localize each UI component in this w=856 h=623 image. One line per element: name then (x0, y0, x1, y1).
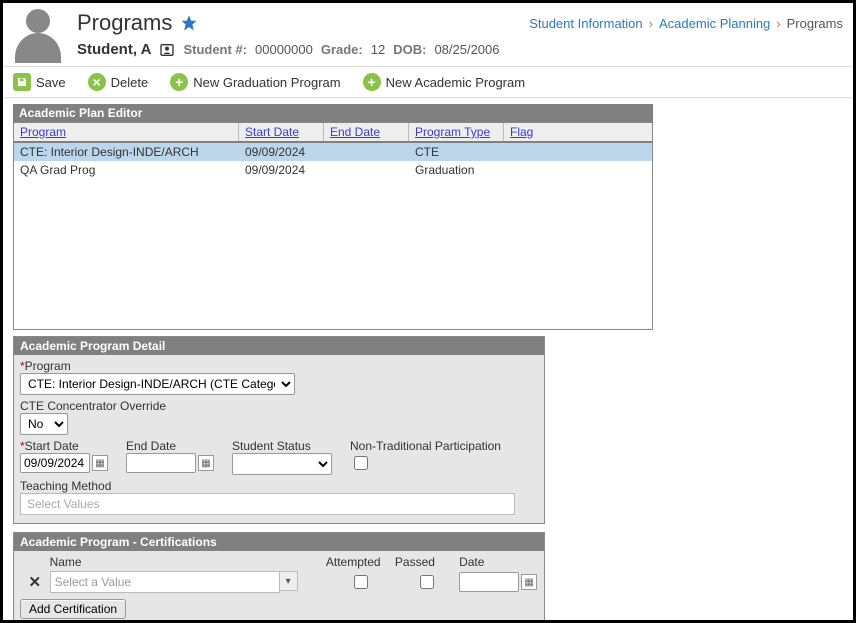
cert-name-input[interactable]: Select a Value (50, 571, 280, 593)
start-date-input[interactable] (20, 453, 90, 473)
cell-end (324, 143, 409, 161)
concentrator-label: CTE Concentrator Override (20, 399, 538, 413)
table-row[interactable]: QA Grad Prog 09/09/2024 Graduation (14, 161, 652, 179)
student-number: 00000000 (255, 42, 313, 57)
dropdown-icon[interactable]: ▾ (280, 571, 298, 591)
col-program[interactable]: Program (14, 123, 239, 141)
cert-date-input[interactable] (459, 572, 519, 592)
save-icon (13, 73, 31, 91)
program-grid: Program Start Date End Date Program Type… (13, 122, 653, 330)
col-end-date[interactable]: End Date (324, 123, 409, 141)
editor-section-title: Academic Plan Editor (13, 104, 653, 122)
calendar-icon[interactable] (198, 455, 214, 471)
plus-icon: + (170, 73, 188, 91)
cert-col-attempted: Attempted (326, 555, 395, 569)
end-date-input[interactable] (126, 453, 196, 473)
breadcrumb-academic-planning[interactable]: Academic Planning (659, 16, 770, 31)
dob-label: DOB: (393, 42, 426, 57)
cert-col-date: Date (459, 555, 538, 569)
new-graduation-program-button[interactable]: + New Graduation Program (170, 73, 340, 91)
id-card-icon[interactable] (159, 42, 175, 58)
student-number-label: Student #: (183, 42, 247, 57)
ntp-label: Non-Traditional Participation (350, 439, 501, 453)
cell-end (324, 161, 409, 179)
delete-icon: × (88, 73, 106, 91)
chevron-right-icon: › (649, 16, 653, 31)
cert-col-name: Name (50, 555, 326, 569)
plus-icon: + (363, 73, 381, 91)
cell-start: 09/09/2024 (239, 161, 324, 179)
concentrator-select[interactable]: No (20, 413, 68, 435)
calendar-icon[interactable] (521, 574, 537, 590)
delete-button[interactable]: × Delete (88, 73, 149, 91)
program-select[interactable]: CTE: Interior Design-INDE/ARCH (CTE Cate… (20, 373, 295, 395)
page-title: Programs (77, 10, 172, 36)
student-status-select[interactable] (232, 453, 332, 475)
cert-passed-checkbox[interactable] (420, 575, 434, 589)
cell-type: Graduation (409, 161, 504, 179)
grade: 12 (371, 42, 385, 57)
save-button[interactable]: Save (13, 73, 66, 91)
cell-start: 09/09/2024 (239, 143, 324, 161)
cell-program: QA Grad Prog (14, 161, 239, 179)
cell-program: CTE: Interior Design-INDE/ARCH (14, 143, 239, 161)
delete-label: Delete (111, 75, 149, 90)
breadcrumb: Student Information › Academic Planning … (529, 16, 843, 31)
save-label: Save (36, 75, 66, 90)
ntp-checkbox[interactable] (354, 456, 368, 470)
chevron-right-icon: › (776, 16, 780, 31)
remove-cert-icon[interactable]: ✕ (29, 573, 42, 591)
col-flag[interactable]: Flag (504, 123, 652, 141)
new-academic-program-button[interactable]: + New Academic Program (363, 73, 525, 91)
teaching-method-input[interactable]: Select Values (20, 493, 515, 515)
avatar (9, 7, 67, 65)
breadcrumb-student-info[interactable]: Student Information (529, 16, 642, 31)
cert-attempted-checkbox[interactable] (354, 575, 368, 589)
breadcrumb-current: Programs (787, 16, 843, 31)
calendar-icon[interactable] (92, 455, 108, 471)
new-acad-label: New Academic Program (386, 75, 525, 90)
start-date-label: Start Date (25, 439, 79, 453)
cell-type: CTE (409, 143, 504, 161)
cert-col-passed: Passed (395, 555, 459, 569)
col-program-type[interactable]: Program Type (409, 123, 504, 141)
detail-section-title: Academic Program Detail (14, 337, 544, 355)
program-label: Program (25, 359, 71, 373)
end-date-label: End Date (126, 439, 214, 453)
grade-label: Grade: (321, 42, 363, 57)
add-certification-button[interactable]: Add Certification (20, 599, 126, 619)
student-name: Student, A (77, 41, 151, 58)
teaching-method-label: Teaching Method (20, 479, 538, 493)
cert-section-title: Academic Program - Certifications (14, 533, 544, 551)
table-row[interactable]: CTE: Interior Design-INDE/ARCH 09/09/202… (14, 143, 652, 161)
favorite-star-icon[interactable] (180, 14, 198, 32)
col-start-date[interactable]: Start Date (239, 123, 324, 141)
new-grad-label: New Graduation Program (193, 75, 340, 90)
student-status-label: Student Status (232, 439, 332, 453)
dob: 08/25/2006 (434, 42, 499, 57)
cell-flag (504, 161, 652, 179)
cell-flag (504, 143, 652, 161)
